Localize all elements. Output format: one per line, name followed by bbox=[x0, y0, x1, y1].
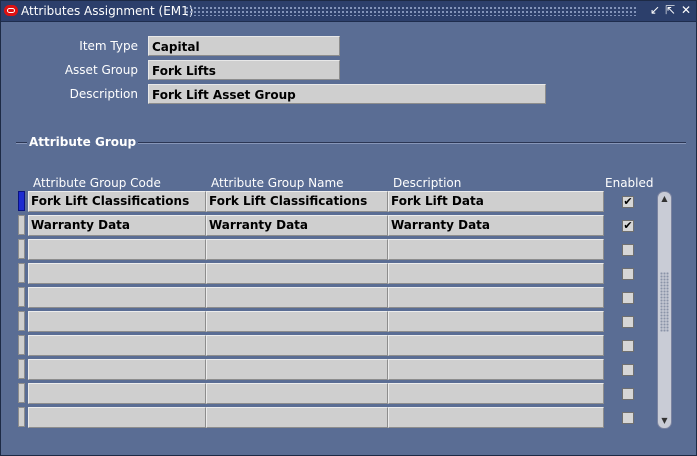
cell-description[interactable]: Fork Lift Data bbox=[388, 191, 604, 212]
cell-attribute-group-code[interactable] bbox=[28, 335, 206, 356]
col-header-code: Attribute Group Code bbox=[33, 176, 161, 190]
row-selector[interactable] bbox=[18, 239, 25, 259]
attribute-group-title: Attribute Group bbox=[27, 135, 139, 149]
row-selector[interactable] bbox=[18, 263, 25, 283]
enabled-checkbox[interactable] bbox=[622, 292, 634, 304]
row-selector[interactable] bbox=[18, 287, 25, 307]
cell-attribute-group-name[interactable]: Fork Lift Classifications bbox=[206, 191, 388, 212]
row-selector[interactable] bbox=[18, 191, 25, 211]
cell-attribute-group-name[interactable] bbox=[206, 287, 388, 308]
vertical-scrollbar[interactable]: ▲ ▼ bbox=[657, 191, 672, 429]
item-type-field[interactable]: Capital bbox=[148, 36, 340, 56]
row-selector[interactable] bbox=[18, 407, 25, 427]
oracle-logo-icon bbox=[4, 5, 18, 16]
cell-attribute-group-name[interactable] bbox=[206, 359, 388, 380]
attributes-assignment-window: Attributes Assignment (EM1) ↙ ⇱ ✕ Item T… bbox=[0, 0, 697, 456]
enabled-checkbox[interactable] bbox=[622, 316, 634, 328]
title-bar[interactable]: Attributes Assignment (EM1) ↙ ⇱ ✕ bbox=[1, 1, 696, 22]
cell-description[interactable] bbox=[388, 335, 604, 356]
scroll-down-icon[interactable]: ▼ bbox=[660, 417, 669, 425]
cell-attribute-group-code[interactable] bbox=[28, 311, 206, 332]
asset-group-field[interactable]: Fork Lifts bbox=[148, 60, 340, 80]
row-selector[interactable] bbox=[18, 311, 25, 331]
cell-attribute-group-code[interactable]: Warranty Data bbox=[28, 215, 206, 236]
col-header-enabled: Enabled bbox=[605, 176, 654, 190]
enabled-checkbox[interactable]: ✔ bbox=[622, 220, 634, 232]
cell-attribute-group-name[interactable] bbox=[206, 335, 388, 356]
cell-description[interactable] bbox=[388, 359, 604, 380]
cell-attribute-group-name[interactable] bbox=[206, 239, 388, 260]
enabled-checkbox[interactable] bbox=[622, 412, 634, 424]
cell-description[interactable] bbox=[388, 239, 604, 260]
cell-description[interactable] bbox=[388, 287, 604, 308]
col-header-description: Description bbox=[393, 176, 462, 190]
cell-description[interactable] bbox=[388, 263, 604, 284]
enabled-checkbox[interactable] bbox=[622, 364, 634, 376]
cell-description[interactable] bbox=[388, 383, 604, 404]
maximize-icon[interactable]: ⇱ bbox=[663, 3, 677, 18]
enabled-checkbox[interactable] bbox=[622, 268, 634, 280]
scroll-thumb[interactable] bbox=[660, 272, 669, 332]
cell-attribute-group-code[interactable]: Fork Lift Classifications bbox=[28, 191, 206, 212]
description-field[interactable]: Fork Lift Asset Group bbox=[148, 84, 546, 104]
row-selector[interactable] bbox=[18, 215, 25, 235]
enabled-checkbox[interactable]: ✔ bbox=[622, 196, 634, 208]
cell-description[interactable] bbox=[388, 407, 604, 428]
asset-group-label: Asset Group bbox=[64, 63, 138, 77]
row-selector[interactable] bbox=[18, 335, 25, 355]
scroll-up-icon[interactable]: ▲ bbox=[660, 195, 669, 203]
enabled-checkbox[interactable] bbox=[622, 388, 634, 400]
cell-attribute-group-name[interactable] bbox=[206, 263, 388, 284]
cell-attribute-group-code[interactable] bbox=[28, 383, 206, 404]
cell-attribute-group-name[interactable] bbox=[206, 383, 388, 404]
minimize-icon[interactable]: ↙ bbox=[648, 3, 662, 18]
cell-attribute-group-name[interactable]: Warranty Data bbox=[206, 215, 388, 236]
cell-attribute-group-code[interactable] bbox=[28, 407, 206, 428]
row-selector[interactable] bbox=[18, 383, 25, 403]
cell-attribute-group-code[interactable] bbox=[28, 359, 206, 380]
cell-description[interactable] bbox=[388, 311, 604, 332]
row-selector[interactable] bbox=[18, 359, 25, 379]
item-type-label: Item Type bbox=[79, 39, 138, 53]
cell-attribute-group-code[interactable] bbox=[28, 239, 206, 260]
cell-description[interactable]: Warranty Data bbox=[388, 215, 604, 236]
cell-attribute-group-name[interactable] bbox=[206, 311, 388, 332]
cell-attribute-group-code[interactable] bbox=[28, 287, 206, 308]
cell-attribute-group-name[interactable] bbox=[206, 407, 388, 428]
title-drag-area[interactable] bbox=[185, 6, 637, 16]
close-icon[interactable]: ✕ bbox=[679, 3, 693, 18]
window-title: Attributes Assignment (EM1) bbox=[21, 4, 194, 18]
col-header-name: Attribute Group Name bbox=[211, 176, 344, 190]
description-label: Description bbox=[69, 87, 138, 101]
enabled-checkbox[interactable] bbox=[622, 244, 634, 256]
cell-attribute-group-code[interactable] bbox=[28, 263, 206, 284]
enabled-checkbox[interactable] bbox=[622, 340, 634, 352]
